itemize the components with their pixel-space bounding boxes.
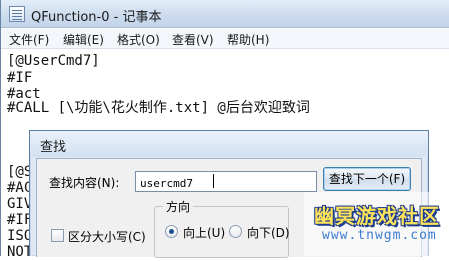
menu-view[interactable]: 查看(V) bbox=[172, 31, 214, 48]
menu-edit[interactable]: 编辑(E) bbox=[63, 31, 104, 48]
text-caret bbox=[213, 174, 214, 188]
find-what-label: 查找内容(N): bbox=[49, 176, 120, 190]
menu-bar: 文件(F) 编辑(E) 格式(O) 查看(V) 帮助(H) bbox=[1, 29, 449, 49]
menu-help[interactable]: 帮助(H) bbox=[227, 31, 269, 48]
menu-format[interactable]: 格式(O) bbox=[117, 31, 160, 48]
find-what-input[interactable] bbox=[135, 171, 317, 192]
editor-line: #CALL [\功能\花火制作.txt] @后台欢迎致词 bbox=[7, 100, 310, 116]
site-watermark: 幽冥游戏社区 www.tnwgm.com bbox=[304, 192, 449, 256]
editor-line: #IF bbox=[7, 70, 33, 86]
editor-line: [@UserCmd7] bbox=[7, 53, 100, 69]
notepad-window: QFunction-0 - 记事本 文件(F) 编辑(E) 格式(O) 查看(V… bbox=[0, 0, 449, 260]
watermark-text: 幽冥游戏社区 bbox=[314, 204, 440, 228]
title-bar[interactable]: QFunction-0 - 记事本 bbox=[1, 0, 449, 28]
direction-down-label[interactable]: 向下(D) bbox=[247, 224, 290, 241]
find-next-button[interactable]: 查找下一个(F) bbox=[323, 167, 411, 191]
match-case-label[interactable]: 区分大小写(C) bbox=[68, 228, 146, 245]
direction-up-radio[interactable] bbox=[165, 225, 178, 238]
direction-down-radio[interactable] bbox=[229, 225, 242, 238]
find-dialog-title: 查找 bbox=[40, 140, 67, 155]
notepad-icon bbox=[9, 6, 25, 22]
direction-label: 方向 bbox=[163, 198, 194, 215]
direction-up-label[interactable]: 向上(U) bbox=[183, 224, 225, 241]
watermark-url: www.tnwgm.com bbox=[322, 228, 437, 243]
direction-group: 方向 向上(U) 向下(D) bbox=[154, 198, 290, 258]
window-title: QFunction-0 - 记事本 bbox=[31, 10, 162, 25]
match-case-checkbox[interactable] bbox=[51, 229, 64, 242]
find-dialog-title-bar[interactable]: 查找 bbox=[30, 131, 428, 157]
menu-file[interactable]: 文件(F) bbox=[9, 31, 49, 48]
